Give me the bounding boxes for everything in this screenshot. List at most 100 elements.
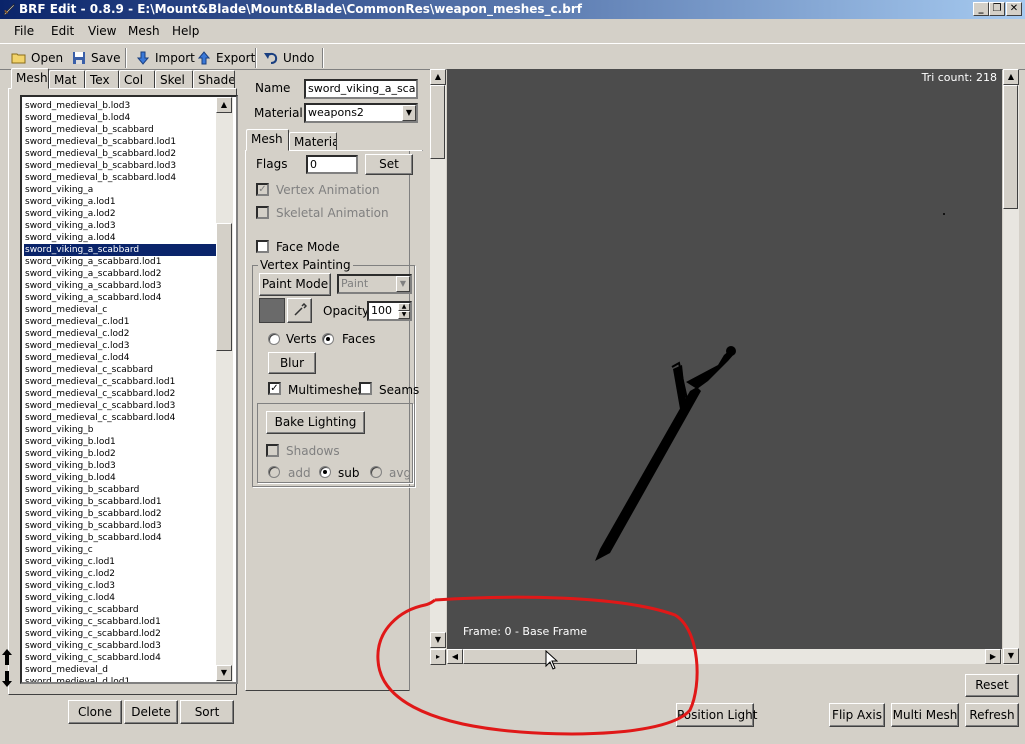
avg-radio[interactable] — [370, 466, 382, 478]
list-item[interactable]: sword_viking_b.lod1 — [24, 436, 216, 448]
scroll-down-button[interactable]: ▼ — [216, 665, 232, 681]
list-item[interactable]: sword_medieval_c_scabbard — [24, 364, 216, 376]
list-item[interactable]: sword_medieval_c.lod1 — [24, 316, 216, 328]
material-dropdown[interactable]: weapons2 ▼ — [304, 103, 418, 123]
scroll-up-button[interactable]: ▲ — [1003, 69, 1019, 85]
spin-up-icon[interactable]: ▲ — [398, 303, 410, 311]
list-item[interactable]: sword_viking_b_scabbard.lod1 — [24, 496, 216, 508]
menu-mesh[interactable]: Mesh — [128, 24, 160, 38]
list-item[interactable]: sword_viking_c.lod2 — [24, 568, 216, 580]
list-item[interactable]: sword_medieval_b_scabbard.lod4 — [24, 172, 216, 184]
list-item[interactable]: sword_medieval_b.lod3 — [24, 100, 216, 112]
corner-button[interactable]: ▸ — [430, 649, 446, 665]
list-item[interactable]: sword_viking_c_scabbard.lod1 — [24, 616, 216, 628]
list-item[interactable]: sword_medieval_c_scabbard.lod1 — [24, 376, 216, 388]
scroll-right-button[interactable]: ▶ — [985, 649, 1001, 664]
mesh-list[interactable]: sword_medieval_b.lod3 sword_medieval_b.lo… — [20, 95, 238, 684]
blur-button[interactable]: Blur — [268, 352, 316, 374]
list-item[interactable]: sword_viking_a_scabbard.lod2 — [24, 268, 216, 280]
scroll-down-button[interactable]: ▼ — [430, 632, 446, 648]
list-item[interactable]: sword_viking_a.lod2 — [24, 208, 216, 220]
list-item[interactable]: sword_viking_a_scabbard.lod4 — [24, 292, 216, 304]
set-button[interactable]: Set — [365, 154, 413, 175]
delete-button[interactable]: Delete — [124, 700, 178, 724]
list-item[interactable]: sword_medieval_c_scabbard.lod4 — [24, 412, 216, 424]
list-item[interactable]: sword_viking_c_scabbard — [24, 604, 216, 616]
list-item[interactable]: sword_medieval_c.lod3 — [24, 340, 216, 352]
viewport-right-thumb[interactable] — [1003, 85, 1018, 209]
list-item[interactable]: sword_medieval_c — [24, 304, 216, 316]
move-up-arrow-icon[interactable] — [1, 648, 13, 666]
viewport-left-thumb[interactable] — [430, 85, 445, 159]
position-light-button[interactable]: Position Light — [676, 703, 757, 727]
list-item[interactable]: sword_medieval_c.lod2 — [24, 328, 216, 340]
list-item[interactable]: sword_viking_c_scabbard.lod4 — [24, 652, 216, 664]
list-item[interactable]: sword_viking_a.lod3 — [24, 220, 216, 232]
sub-radio[interactable] — [319, 466, 331, 478]
minimize-button[interactable]: _ — [973, 2, 989, 16]
list-item[interactable]: sword_medieval_b_scabbard.lod2 — [24, 148, 216, 160]
list-item[interactable]: sword_viking_b.lod3 — [24, 460, 216, 472]
tab-col[interactable]: Col — [119, 70, 155, 89]
menu-edit[interactable]: Edit — [51, 24, 74, 38]
tab-mesh[interactable]: Mesh — [11, 68, 49, 89]
open-button[interactable]: Open — [8, 47, 66, 69]
shadows-checkbox[interactable] — [266, 444, 279, 457]
list-item[interactable]: sword_viking_c.lod4 — [24, 592, 216, 604]
import-button[interactable]: Import — [132, 47, 198, 69]
list-item[interactable]: sword_viking_c_scabbard.lod2 — [24, 628, 216, 640]
tab-shader[interactable]: Shader — [193, 70, 235, 89]
sort-button[interactable]: Sort — [180, 700, 234, 724]
tab-mat[interactable]: Mat — [49, 70, 85, 89]
list-item[interactable]: sword_viking_b.lod4 — [24, 472, 216, 484]
add-radio[interactable] — [268, 466, 280, 478]
faces-radio[interactable] — [322, 333, 334, 345]
chevron-down-icon[interactable]: ▼ — [396, 276, 410, 292]
list-item[interactable]: sword_medieval_c.lod4 — [24, 352, 216, 364]
list-item[interactable]: sword_viking_a_scabbard — [24, 244, 216, 256]
list-item[interactable]: sword_viking_a — [24, 184, 216, 196]
list-item[interactable]: sword_viking_c — [24, 544, 216, 556]
tab-material-props[interactable]: Material — [289, 132, 337, 151]
name-field[interactable]: sword_viking_a_scabb — [304, 79, 418, 99]
list-item[interactable]: sword_viking_c.lod3 — [24, 580, 216, 592]
save-button[interactable]: Save — [68, 47, 123, 69]
list-item[interactable]: sword_viking_b.lod2 — [24, 448, 216, 460]
multi-mesh-button[interactable]: Multi Mesh — [891, 703, 959, 727]
maximize-button[interactable]: ❐ — [989, 2, 1005, 16]
list-item[interactable]: sword_viking_a.lod4 — [24, 232, 216, 244]
move-down-arrow-icon[interactable] — [1, 670, 13, 688]
vertex-animation-checkbox[interactable]: ✓ — [256, 183, 269, 196]
paint-mode-button[interactable]: Paint Mode — [259, 273, 331, 296]
list-scroll-thumb[interactable] — [216, 223, 232, 351]
tab-skel[interactable]: Skel — [155, 70, 193, 89]
menu-view[interactable]: View — [88, 24, 116, 38]
list-item[interactable]: sword_viking_b — [24, 424, 216, 436]
viewport-horizontal-scrollbar[interactable]: ◀ ▶ — [447, 649, 1002, 664]
list-item[interactable]: sword_viking_b_scabbard.lod2 — [24, 508, 216, 520]
multimeshes-checkbox[interactable]: ✓ — [268, 382, 281, 395]
list-item[interactable]: sword_medieval_c_scabbard.lod3 — [24, 400, 216, 412]
viewport-right-scrollbar[interactable]: ▲ ▼ — [1003, 69, 1019, 665]
skeletal-animation-checkbox[interactable] — [256, 206, 269, 219]
tab-tex[interactable]: Tex — [85, 70, 119, 89]
verts-radio[interactable] — [268, 333, 280, 345]
list-item[interactable]: sword_medieval_b_scabbard — [24, 124, 216, 136]
list-item[interactable]: sword_viking_a.lod1 — [24, 196, 216, 208]
list-item[interactable]: sword_viking_b_scabbard — [24, 484, 216, 496]
menu-help[interactable]: Help — [172, 24, 199, 38]
scroll-up-button[interactable]: ▲ — [430, 69, 446, 85]
refresh-button[interactable]: Refresh — [965, 703, 1019, 727]
clone-button[interactable]: Clone — [68, 700, 122, 724]
list-item[interactable]: sword_viking_b_scabbard.lod3 — [24, 520, 216, 532]
undo-button[interactable]: Undo — [260, 47, 317, 69]
eyedropper-button[interactable] — [287, 298, 312, 323]
list-item[interactable]: sword_medieval_d.lod1 — [24, 676, 216, 682]
flip-axis-button[interactable]: Flip Axis — [829, 703, 885, 727]
scroll-down-button[interactable]: ▼ — [1003, 648, 1019, 664]
paint-select[interactable]: Paint ▼ — [337, 274, 412, 294]
scroll-left-button[interactable]: ◀ — [447, 649, 463, 664]
list-item[interactable]: sword_medieval_b.lod4 — [24, 112, 216, 124]
list-item[interactable]: sword_medieval_d — [24, 664, 216, 676]
color-swatch[interactable] — [259, 298, 285, 323]
